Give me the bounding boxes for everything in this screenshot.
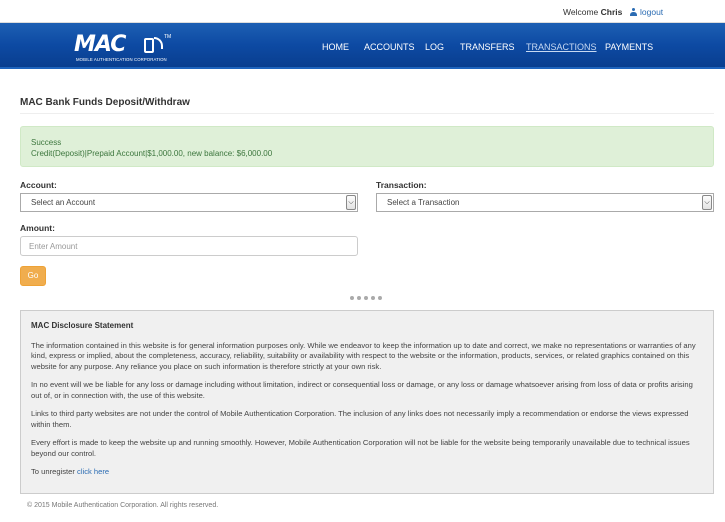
dot-icon[interactable] — [350, 296, 354, 300]
logout-label: logout — [640, 7, 664, 17]
amount-placeholder: Enter Amount — [29, 242, 78, 251]
transaction-selected-value: Select a Transaction — [387, 198, 460, 207]
nav-home[interactable]: HOME — [322, 42, 349, 52]
user-name: Chris — [600, 7, 623, 17]
page-title: MAC Bank Funds Deposit/Withdraw — [20, 97, 190, 108]
account-selected-value: Select an Account — [31, 198, 96, 207]
nav-transfers[interactable]: TRANSFERS — [460, 42, 515, 52]
alert-message: Credit(Deposit)|Prepaid Account|$1,000.0… — [31, 149, 273, 158]
chevron-down-icon: ⌵ — [346, 195, 356, 210]
title-divider — [20, 113, 714, 114]
welcome-text: Welcome Chris — [563, 7, 622, 17]
nav-log[interactable]: LOG — [425, 42, 444, 52]
disclosure-panel: MAC Disclosure Statement The information… — [20, 310, 714, 494]
amount-label: Amount: — [20, 223, 55, 233]
dot-icon[interactable] — [364, 296, 368, 300]
logo-tm: TM — [164, 34, 172, 40]
nav-transactions[interactable]: TRANSACTIONS — [526, 42, 597, 52]
transaction-label: Transaction: — [376, 180, 427, 190]
signal-icon — [154, 37, 163, 49]
disclosure-paragraph: The information contained in this websit… — [31, 340, 696, 371]
account-select[interactable]: Select an Account ⌵ — [20, 193, 358, 212]
nav-payments[interactable]: PAYMENTS — [605, 42, 653, 52]
alert-heading: Success — [31, 138, 62, 147]
unregister-line: To unregister click here — [31, 467, 703, 478]
amount-input[interactable]: Enter Amount — [20, 236, 358, 256]
pagination-dots — [350, 296, 382, 300]
phone-icon — [144, 38, 154, 53]
welcome-prefix: Welcome — [563, 7, 599, 17]
main-navbar: MAC TM MOBILE AUTHENTICATION CORPORATION… — [0, 23, 725, 69]
disclosure-paragraph: In no event will we be liable for any lo… — [31, 380, 693, 400]
dot-icon[interactable] — [371, 296, 375, 300]
user-icon — [630, 8, 637, 16]
footer-copyright: © 2015 Mobile Authentication Corporation… — [27, 502, 219, 509]
disclosure-paragraph: Links to third party websites are not un… — [31, 409, 689, 429]
top-bar: Welcome Chris logout — [0, 0, 725, 23]
logo-tagline: MOBILE AUTHENTICATION CORPORATION — [76, 57, 167, 62]
disclosure-paragraph: Every effort is made to keep the website… — [31, 438, 690, 458]
success-alert: Success Credit(Deposit)|Prepaid Account|… — [20, 126, 714, 167]
disclosure-title: MAC Disclosure Statement — [31, 321, 134, 330]
unregister-link[interactable]: click here — [77, 467, 109, 476]
account-label: Account: — [20, 180, 57, 190]
logo-text: MAC — [74, 32, 126, 57]
nav-accounts[interactable]: ACCOUNTS — [364, 42, 415, 52]
dot-icon[interactable] — [378, 296, 382, 300]
chevron-down-icon: ⌵ — [702, 195, 712, 210]
transaction-select[interactable]: Select a Transaction ⌵ — [376, 193, 714, 212]
logout-link[interactable]: logout — [630, 7, 663, 17]
dot-icon[interactable] — [357, 296, 361, 300]
brand-logo[interactable]: MAC TM MOBILE AUTHENTICATION CORPORATION — [74, 32, 174, 64]
go-button[interactable]: Go — [20, 266, 46, 286]
unregister-prefix: To unregister — [31, 467, 75, 476]
